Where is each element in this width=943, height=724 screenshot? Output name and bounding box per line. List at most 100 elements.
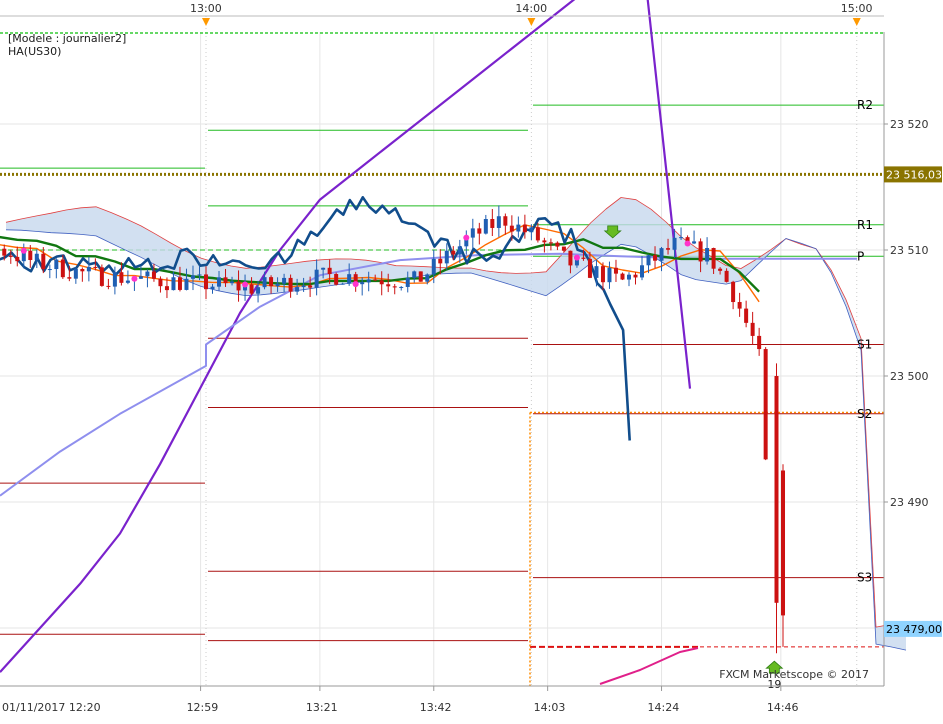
candle-bull[interactable]: [197, 274, 202, 276]
candle-bear[interactable]: [509, 225, 514, 232]
candle-bull[interactable]: [646, 255, 651, 266]
candle-bear[interactable]: [334, 274, 339, 285]
candle-bull[interactable]: [34, 253, 39, 261]
candle-bull[interactable]: [672, 237, 677, 250]
candle-bear[interactable]: [327, 267, 332, 275]
candle-bear[interactable]: [249, 284, 254, 294]
candle-bull[interactable]: [626, 274, 631, 280]
candle-bull[interactable]: [431, 258, 436, 275]
candle-bear[interactable]: [653, 255, 658, 261]
candle-bull[interactable]: [301, 285, 306, 288]
candle-bear[interactable]: [15, 256, 20, 262]
candle-bull[interactable]: [275, 283, 280, 287]
candle-bear[interactable]: [600, 266, 605, 283]
candle-bull[interactable]: [190, 275, 195, 279]
candle-bear[interactable]: [587, 258, 592, 278]
candle-bear[interactable]: [548, 242, 553, 244]
candle-bear[interactable]: [542, 240, 547, 243]
candle-bull[interactable]: [399, 286, 404, 288]
candle-bull[interactable]: [412, 271, 417, 278]
candle-bull[interactable]: [457, 246, 462, 255]
candle-bear[interactable]: [223, 277, 228, 284]
candle-bear[interactable]: [490, 219, 495, 228]
candle-bull[interactable]: [516, 224, 521, 232]
candle-bear[interactable]: [99, 267, 104, 286]
candle-bear[interactable]: [379, 280, 384, 285]
candle-bear[interactable]: [67, 277, 72, 279]
candle-bear[interactable]: [28, 250, 33, 261]
candle-bull[interactable]: [340, 283, 345, 285]
candle-bear[interactable]: [718, 268, 723, 271]
candle-bear[interactable]: [503, 216, 508, 226]
candle-bull[interactable]: [138, 276, 143, 279]
candle-bear[interactable]: [177, 277, 182, 290]
candle-bull[interactable]: [366, 279, 371, 283]
candle-bear[interactable]: [781, 470, 786, 616]
candle-bear[interactable]: [438, 258, 443, 264]
candle-bear[interactable]: [477, 228, 482, 234]
candle-bear[interactable]: [158, 278, 163, 287]
candle-bull[interactable]: [262, 277, 267, 288]
candle-bull[interactable]: [425, 274, 430, 282]
candle-bull[interactable]: [321, 267, 326, 270]
candle-bull[interactable]: [314, 269, 319, 288]
candle-bull[interactable]: [594, 266, 599, 278]
candle-bear[interactable]: [308, 285, 313, 288]
candle-bull[interactable]: [360, 282, 365, 285]
candle-bear[interactable]: [204, 274, 208, 290]
candle-bull[interactable]: [112, 272, 117, 287]
candle-bull[interactable]: [184, 278, 189, 290]
candle-bull[interactable]: [86, 266, 91, 272]
candle-bull[interactable]: [230, 281, 235, 284]
candle-bear[interactable]: [698, 241, 703, 262]
candle-bear[interactable]: [750, 322, 755, 336]
candle-bear[interactable]: [2, 248, 7, 256]
candle-bull[interactable]: [679, 237, 684, 239]
candle-bull[interactable]: [54, 259, 59, 270]
candle-bear[interactable]: [613, 267, 618, 274]
candle-bear[interactable]: [236, 281, 241, 291]
candle-bull[interactable]: [659, 248, 664, 261]
candle-bear[interactable]: [535, 227, 540, 241]
candle-bear[interactable]: [418, 271, 423, 282]
candle-bull[interactable]: [470, 228, 475, 238]
candle-bear[interactable]: [392, 286, 397, 288]
candle-bear[interactable]: [620, 273, 625, 280]
candle-bear[interactable]: [757, 335, 762, 350]
candle-bear[interactable]: [744, 308, 749, 323]
candle-bull[interactable]: [483, 219, 488, 234]
candle-bull[interactable]: [145, 271, 150, 277]
candle-bull[interactable]: [47, 269, 52, 271]
candle-bear[interactable]: [164, 286, 169, 291]
candle-bull[interactable]: [405, 277, 410, 287]
candle-bear[interactable]: [581, 257, 586, 259]
candle-bear[interactable]: [288, 277, 293, 292]
candle-bear[interactable]: [666, 248, 671, 250]
candle-bear[interactable]: [60, 259, 65, 278]
candle-bear[interactable]: [737, 302, 742, 309]
candle-bull[interactable]: [210, 286, 215, 290]
candle-bear[interactable]: [711, 248, 716, 269]
candle-bull[interactable]: [73, 269, 78, 279]
candle-bull[interactable]: [295, 287, 300, 292]
candle-bear[interactable]: [633, 274, 638, 278]
candle-bull[interactable]: [217, 277, 222, 287]
candle-bull[interactable]: [125, 280, 130, 283]
candle-bear[interactable]: [568, 250, 573, 266]
candle-bear[interactable]: [561, 246, 566, 251]
candle-bull[interactable]: [171, 277, 176, 291]
candle-bear[interactable]: [724, 270, 729, 282]
candle-bear[interactable]: [774, 376, 779, 603]
candle-bear[interactable]: [80, 269, 85, 272]
candle-bull[interactable]: [692, 241, 697, 244]
candle-bear[interactable]: [8, 255, 13, 257]
candle-bear[interactable]: [555, 242, 560, 247]
candle-bear[interactable]: [386, 284, 391, 287]
candle-bear[interactable]: [731, 281, 736, 303]
candle-bull[interactable]: [282, 277, 287, 284]
candle-bull[interactable]: [529, 227, 534, 233]
candle-bull[interactable]: [496, 216, 501, 228]
candle-bull[interactable]: [256, 287, 261, 294]
candle-bull[interactable]: [347, 274, 352, 284]
candle-bear[interactable]: [151, 271, 156, 279]
